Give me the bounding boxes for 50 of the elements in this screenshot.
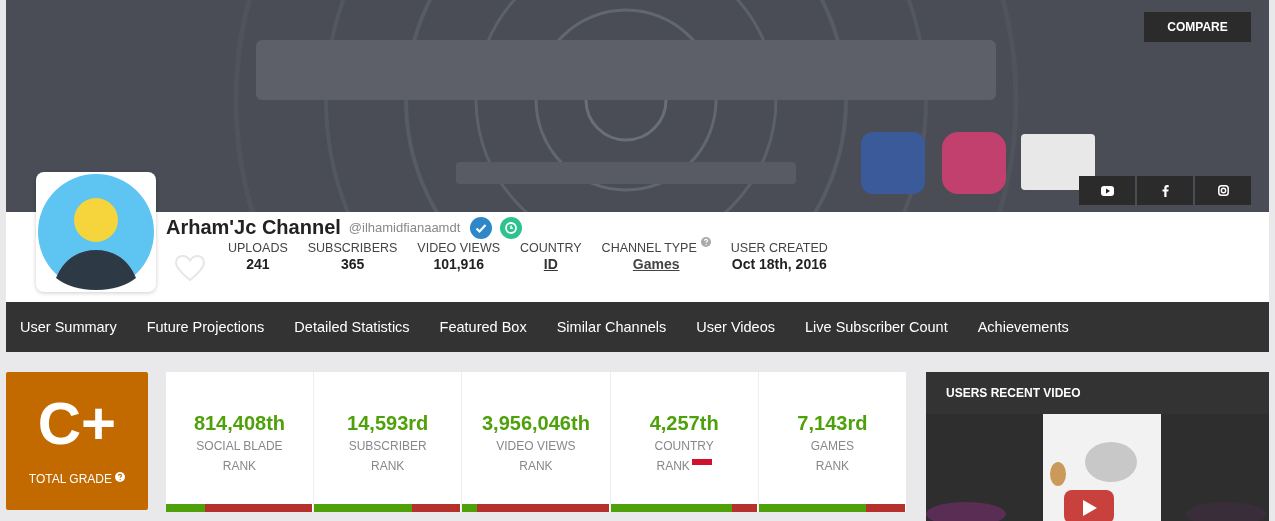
stat-link[interactable]: ID (543, 256, 558, 272)
nav-tab[interactable]: Live Subscriber Count (805, 319, 948, 335)
nav-tab[interactable]: User Summary (20, 319, 117, 335)
rank-value: 14,593rd (347, 412, 429, 435)
rank-label: COUNTRY (654, 439, 714, 453)
stat-label: SUBSCRIBERS (307, 241, 398, 255)
rank-label: VIDEO VIEWS (496, 439, 576, 453)
instagram-icon (1217, 185, 1229, 196)
grade-value: C+ (37, 394, 117, 454)
grade-label: TOTAL GRADE (28, 472, 112, 486)
rank-value: 814,408th (193, 412, 286, 435)
stat-label: VIDEO VIEWS (417, 241, 500, 255)
clock-icon (500, 216, 523, 239)
rank-label: RANK (222, 459, 257, 473)
stat-link[interactable]: Games (632, 256, 680, 272)
rank-label: SOCIAL BLADE (196, 439, 283, 453)
channel-handle: @ilhamidfianaamdt (348, 220, 461, 235)
help-icon[interactable] (115, 472, 125, 482)
facebook-button[interactable] (1137, 176, 1193, 205)
facebook-icon (1161, 184, 1169, 197)
youtube-icon (1100, 185, 1114, 196)
panel-title: USERS RECENT VIDEO (945, 385, 1082, 402)
stat-value: 241 (246, 256, 270, 272)
rank-label: RANK (519, 459, 553, 473)
nav-tab[interactable]: Featured Box (439, 319, 527, 335)
rank-value: 4,257th (649, 412, 719, 435)
stat-label: COUNTRY (520, 241, 582, 255)
rank-label: RANK (371, 459, 405, 473)
instagram-button[interactable] (1195, 176, 1251, 205)
rank-label: RANK (815, 459, 850, 473)
rank-value: 7,143rd (797, 412, 868, 435)
rank-value: 3,956,046th (482, 412, 590, 435)
nav-tab[interactable]: User Videos (696, 319, 775, 335)
stat-label: USER CREATED (730, 241, 828, 255)
compare-button[interactable]: COMPARE (1144, 12, 1251, 42)
youtube-button[interactable] (1079, 176, 1135, 205)
stat-value: 101,916 (433, 256, 484, 272)
nav-tab[interactable]: Future Projections (146, 319, 265, 335)
channel-name: Arham'Jc Channel (166, 216, 341, 239)
stat-value: Oct 18th, 2016 (731, 256, 827, 272)
nav-tab[interactable]: Achievements (977, 319, 1069, 335)
stat-label: UPLOADS (228, 241, 288, 255)
rank-label: RANK (656, 459, 690, 473)
stat-label: CHANNEL TYPE (601, 241, 697, 255)
nav-tab[interactable]: Similar Channels (556, 319, 667, 335)
nav-tab[interactable]: Detailed Statistics (294, 319, 410, 335)
stat-value: 365 (340, 256, 365, 272)
verified-icon (470, 216, 493, 239)
rank-label: GAMES (810, 439, 855, 453)
rank-label: SUBSCRIBER (348, 439, 427, 453)
